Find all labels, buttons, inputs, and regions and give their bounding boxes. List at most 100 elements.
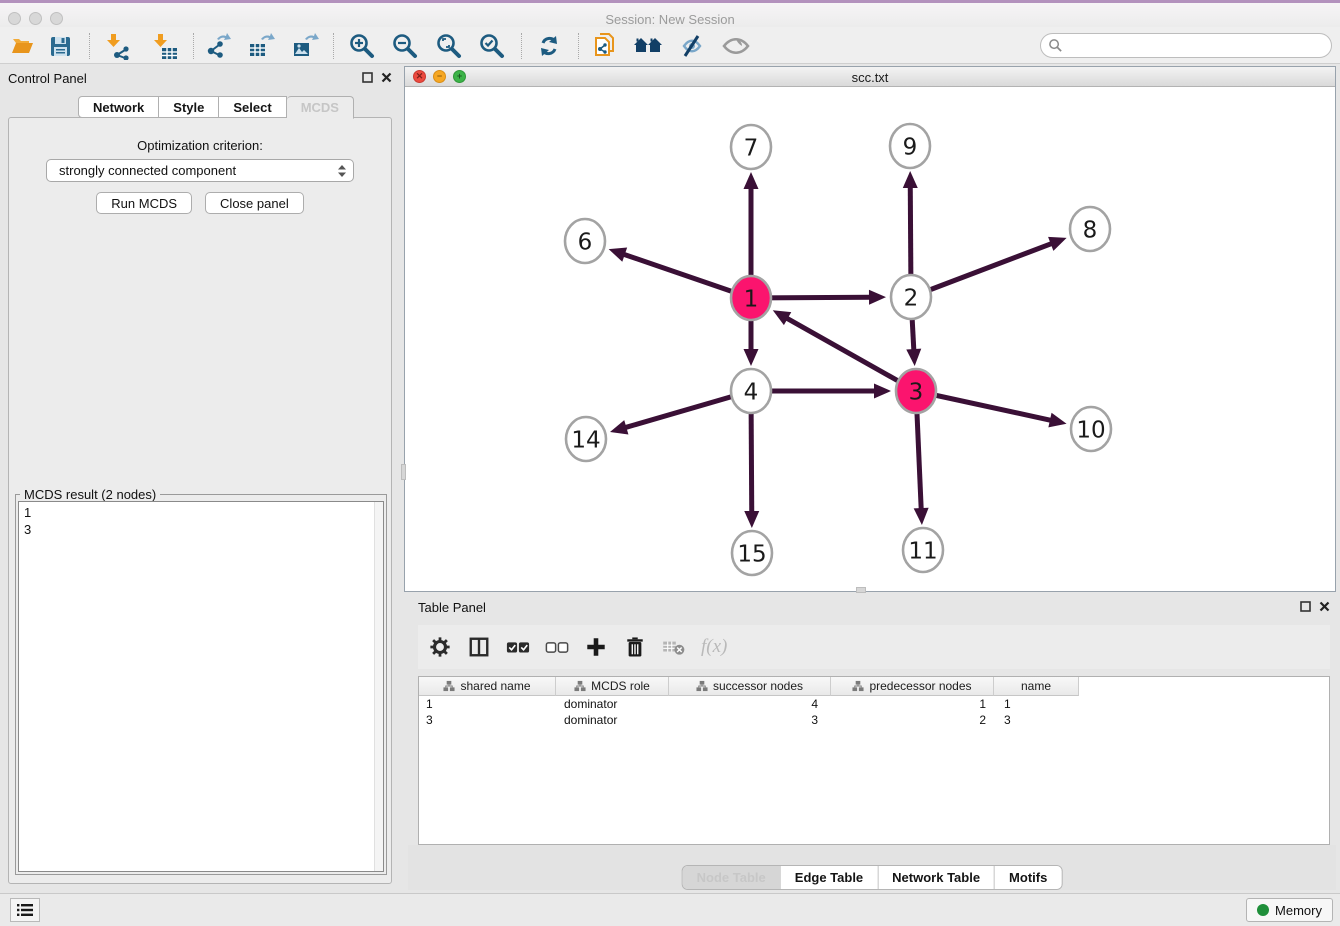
graph-node-6[interactable]: 6 (565, 219, 605, 263)
add-column-icon[interactable] (582, 633, 610, 661)
close-panel-icon[interactable] (381, 72, 392, 83)
refresh-icon[interactable] (534, 32, 564, 60)
network-graph[interactable]: 1 2 3 4 6 7 8 9 10 11 14 15 (405, 87, 1335, 591)
edge-arrowhead (869, 290, 886, 305)
table-panel-title: Table Panel (418, 600, 486, 615)
close-panel-button[interactable]: Close panel (205, 192, 304, 214)
list-icon (16, 903, 34, 917)
hide-graphics-icon[interactable] (677, 32, 707, 60)
delete-column-trash-icon[interactable] (621, 633, 649, 661)
search-input[interactable] (1063, 36, 1331, 56)
export-image-icon[interactable] (290, 32, 320, 60)
tab-style[interactable]: Style (159, 96, 219, 118)
optimization-criterion-select[interactable]: strongly connected component (46, 159, 354, 182)
tab-select[interactable]: Select (219, 96, 286, 118)
memory-status-dot (1257, 904, 1269, 916)
column-header-predecessor-nodes[interactable]: predecessor nodes (831, 677, 994, 696)
tab-edge-table[interactable]: Edge Table (780, 866, 877, 889)
cell-shared-name[interactable]: 3 (419, 712, 556, 728)
table-row[interactable]: 1 dominator 4 1 1 (419, 696, 1329, 712)
memory-button[interactable]: Memory (1246, 898, 1333, 922)
graph-node-9[interactable]: 9 (890, 124, 930, 168)
homes-icon[interactable] (633, 32, 663, 60)
splitter-handle-horizontal[interactable] (856, 587, 866, 593)
graph-node-4[interactable]: 4 (731, 369, 771, 413)
mcds-result-title: MCDS result (2 nodes) (20, 487, 160, 502)
float-panel-icon[interactable] (362, 72, 373, 83)
graph-node-3[interactable]: 3 (896, 369, 936, 413)
cell-name[interactable]: 3 (994, 712, 1079, 728)
cell-successor-nodes[interactable]: 3 (669, 712, 831, 728)
run-mcds-button[interactable]: Run MCDS (96, 192, 192, 214)
cell-predecessor-nodes[interactable]: 2 (831, 712, 994, 728)
save-session-icon[interactable] (45, 32, 75, 60)
show-columns-icon[interactable] (465, 633, 493, 661)
close-table-panel-icon[interactable] (1319, 601, 1330, 612)
tab-network[interactable]: Network (78, 96, 159, 118)
toolbar-separator (333, 33, 334, 59)
node-label: 2 (904, 285, 919, 311)
graph-node-8[interactable]: 8 (1070, 207, 1110, 251)
float-table-panel-icon[interactable] (1300, 601, 1311, 612)
graph-edge-2-8[interactable] (911, 243, 1053, 297)
mcds-result-text[interactable]: 1 3 (18, 501, 384, 872)
table-row[interactable]: 3 dominator 3 2 3 (419, 712, 1329, 728)
result-line: 3 (24, 521, 383, 538)
graph-node-2[interactable]: 2 (891, 275, 931, 319)
graph-node-11[interactable]: 11 (903, 528, 943, 572)
window-title: Session: New Session (0, 12, 1340, 27)
cell-predecessor-nodes[interactable]: 1 (831, 696, 994, 712)
edge-arrowhead (914, 508, 929, 525)
import-network-icon[interactable] (103, 32, 133, 60)
column-header-successor-nodes[interactable]: successor nodes (669, 677, 831, 696)
tab-motifs[interactable]: Motifs (994, 866, 1061, 889)
deselect-all-icon[interactable] (543, 633, 571, 661)
import-table-icon[interactable] (150, 32, 180, 60)
edge-arrowhead (874, 384, 891, 399)
open-session-icon[interactable] (7, 32, 37, 60)
toolbar-separator (89, 33, 90, 59)
node-label: 9 (903, 134, 918, 160)
splitter-handle-vertical[interactable] (401, 464, 406, 480)
tab-network-table[interactable]: Network Table (877, 866, 994, 889)
node-label: 10 (1076, 417, 1105, 443)
graph-node-1[interactable]: 1 (731, 276, 771, 320)
zoom-selected-icon[interactable] (477, 32, 507, 60)
node-label: 14 (571, 427, 600, 453)
column-header-mcds-role[interactable]: MCDS role (556, 677, 669, 696)
node-label: 4 (744, 379, 759, 405)
export-network-icon[interactable] (203, 32, 233, 60)
cell-shared-name[interactable]: 1 (419, 696, 556, 712)
network-window-titlebar[interactable]: ✕ − + scc.txt (405, 67, 1335, 87)
select-all-icon[interactable] (504, 633, 532, 661)
column-header-name[interactable]: name (994, 677, 1079, 696)
table-panel-header: Table Panel (418, 599, 1330, 621)
duplicate-network-icon[interactable] (590, 32, 620, 60)
search-box[interactable] (1040, 33, 1332, 58)
show-graphics-eye-icon[interactable] (721, 32, 751, 60)
tab-mcds[interactable]: MCDS (287, 96, 354, 119)
toolbar-separator (193, 33, 194, 59)
cell-name[interactable]: 1 (994, 696, 1079, 712)
export-table-icon[interactable] (246, 32, 276, 60)
node-label: 7 (744, 135, 759, 161)
task-history-button[interactable] (10, 898, 40, 922)
table-settings-gear-icon[interactable] (426, 633, 454, 661)
cell-mcds-role[interactable]: dominator (556, 696, 669, 712)
zoom-out-icon[interactable] (390, 32, 420, 60)
graph-node-7[interactable]: 7 (731, 125, 771, 169)
zoom-in-icon[interactable] (347, 32, 377, 60)
cell-mcds-role[interactable]: dominator (556, 712, 669, 728)
graph-node-14[interactable]: 14 (566, 417, 606, 461)
graph-edge-3-1[interactable] (786, 318, 916, 391)
zoom-fit-icon[interactable] (434, 32, 464, 60)
column-header-shared-name[interactable]: shared name (419, 677, 556, 696)
tab-node-table[interactable]: Node Table (683, 866, 780, 889)
mcds-panel: Optimization criterion: strongly connect… (8, 117, 392, 884)
graph-node-15[interactable]: 15 (732, 531, 772, 575)
edge-arrowhead (610, 420, 628, 434)
graph-node-10[interactable]: 10 (1071, 407, 1111, 451)
cell-successor-nodes[interactable]: 4 (669, 696, 831, 712)
mcds-result-group: MCDS result (2 nodes) 1 3 (15, 494, 387, 875)
result-scrollbar[interactable] (374, 502, 383, 871)
